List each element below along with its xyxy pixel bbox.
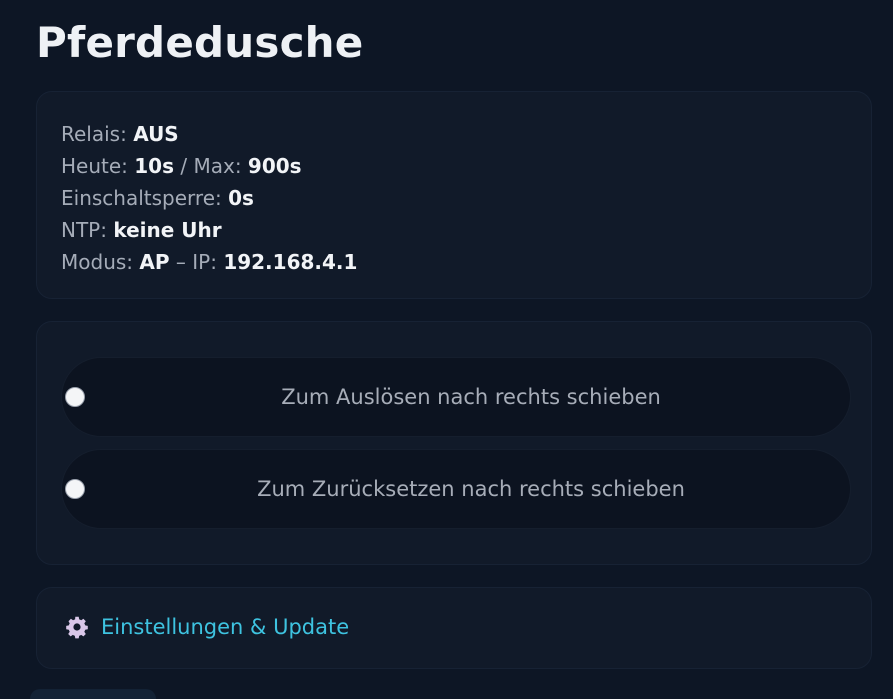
bottom-tab [30, 689, 156, 699]
status-modus: Modus: AP – IP: 192.168.4.1 [61, 246, 871, 278]
sperre-label: Einschaltsperre: [61, 186, 222, 210]
status-ntp: NTP: keine Uhr [61, 214, 871, 246]
heute-value: 10s [134, 154, 175, 178]
trigger-slider[interactable]: Zum Auslösen nach rechts schieben [61, 357, 851, 437]
reset-slider[interactable]: Zum Zurücksetzen nach rechts schieben [61, 449, 851, 529]
reset-slider-label: Zum Zurücksetzen nach rechts schieben [257, 477, 685, 501]
ntp-value: keine Uhr [113, 218, 222, 242]
settings-card: Einstellungen & Update [36, 587, 872, 669]
sperre-value: 0s [228, 186, 254, 210]
page-title: Pferdedusche [36, 18, 364, 67]
max-label: / Max: [180, 154, 242, 178]
modus-label: Modus: [61, 250, 134, 274]
heute-label: Heute: [61, 154, 128, 178]
status-sperre: Einschaltsperre: 0s [61, 182, 871, 214]
relais-value: AUS [133, 122, 179, 146]
modus-value: AP [139, 250, 170, 274]
settings-link[interactable]: Einstellungen & Update [65, 615, 349, 639]
relais-label: Relais: [61, 122, 127, 146]
max-value: 900s [247, 154, 302, 178]
trigger-slider-label: Zum Auslösen nach rechts schieben [281, 385, 661, 409]
status-relais: Relais: AUS [61, 118, 871, 150]
ip-value: 192.168.4.1 [223, 250, 358, 274]
settings-link-label: Einstellungen & Update [101, 615, 350, 639]
status-card: Relais: AUS Heute: 10s / Max: 900s Einsc… [36, 91, 872, 299]
trigger-slider-knob[interactable] [65, 387, 85, 407]
status-heute: Heute: 10s / Max: 900s [61, 150, 871, 182]
page: Pferdedusche Relais: AUS Heute: 10s / Ma… [0, 0, 893, 699]
slider-card: Zum Auslösen nach rechts schieben Zum Zu… [36, 321, 872, 565]
ip-label: – IP: [175, 250, 217, 274]
gear-icon [66, 616, 88, 639]
reset-slider-knob[interactable] [65, 479, 85, 499]
ntp-label: NTP: [61, 218, 107, 242]
